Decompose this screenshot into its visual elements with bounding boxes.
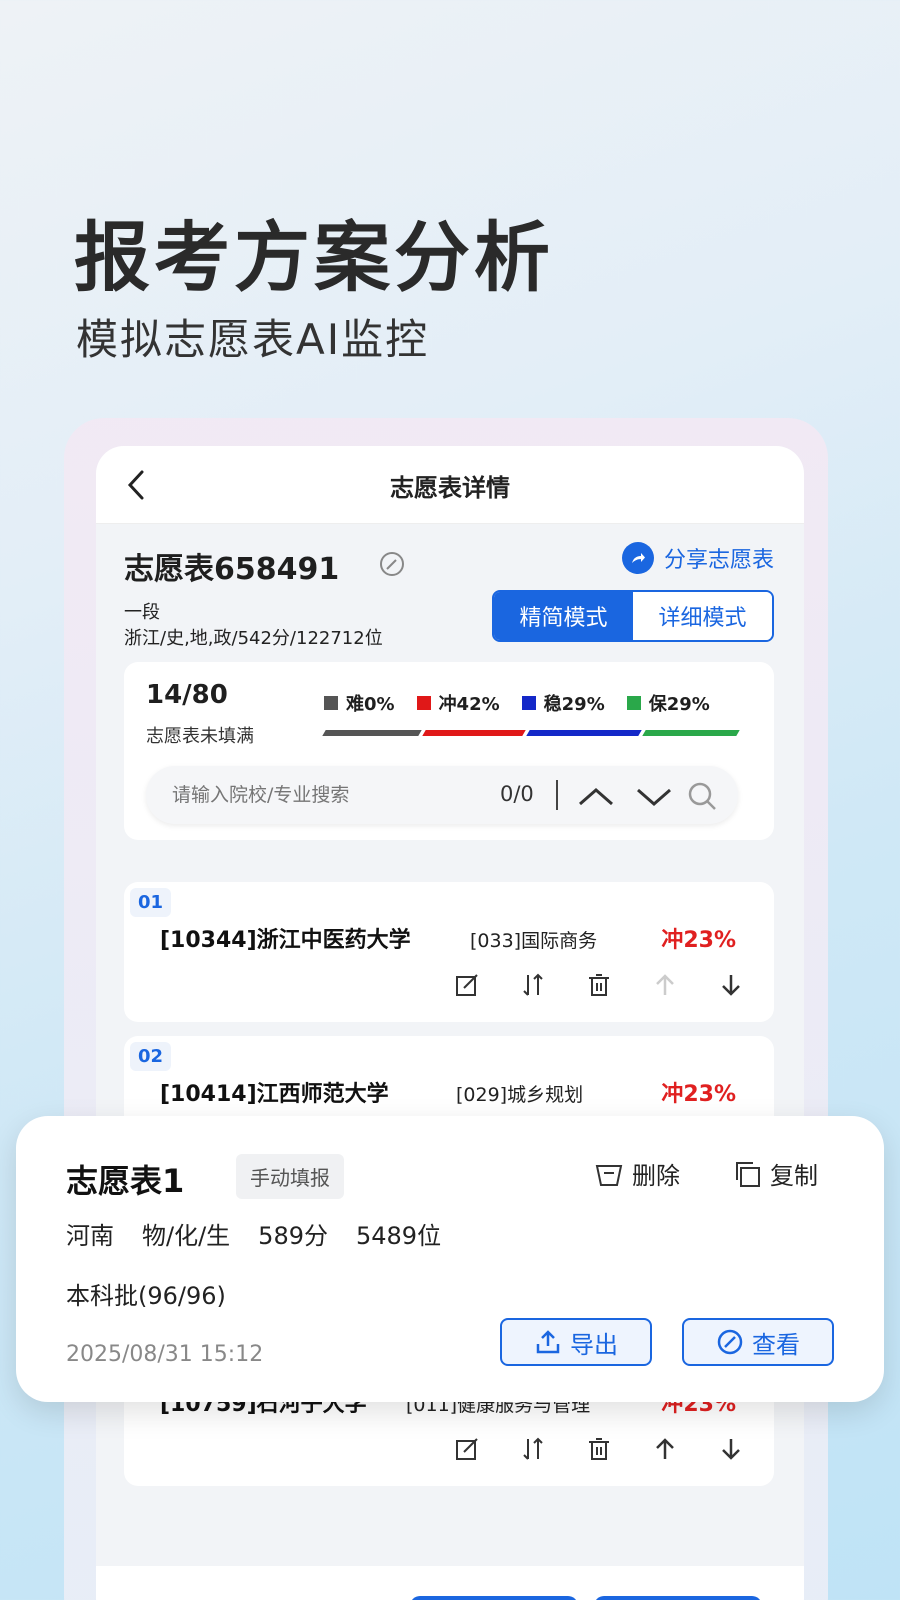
level-text: 一段 — [124, 602, 160, 623]
item-school: [10414]江西师范大学 — [160, 1082, 389, 1107]
chevron-down-icon[interactable] — [634, 784, 674, 808]
bottom-bar — [96, 1566, 804, 1600]
plan-title: 志愿表1 — [66, 1162, 185, 1200]
fill-note: 志愿表未填满 — [146, 726, 254, 747]
legend-safe: 保29% — [626, 690, 710, 716]
share-label: 分享志愿表 — [663, 548, 774, 573]
search-bar: 0/0 — [146, 766, 738, 824]
swap-icon[interactable] — [520, 1436, 546, 1462]
search-input[interactable] — [172, 766, 472, 824]
edit-name-icon[interactable] — [378, 550, 406, 578]
page-title: 志愿表详情 — [390, 474, 510, 502]
plan-subjects: 物/化/生 — [142, 1222, 231, 1250]
view-icon — [717, 1329, 743, 1355]
mode-detail-button[interactable]: 详细模式 — [633, 592, 772, 640]
item-actions — [454, 972, 744, 998]
plan-tag: 手动填报 — [236, 1154, 344, 1199]
search-divider — [556, 780, 558, 810]
plan-batch: 本科批(96/96) — [66, 1282, 226, 1310]
item-number: 02 — [130, 1042, 172, 1071]
phone-screen: 志愿表详情 志愿表658491 分享志愿表 一段 浙江/史,地,政/542分/1… — [96, 446, 804, 1600]
delete-button[interactable]: 删除 — [594, 1156, 680, 1191]
trash-icon[interactable] — [586, 972, 612, 998]
legend-rush: 冲42% — [416, 690, 500, 716]
plan-card: 志愿表1 手动填报 删除 复制 河南 物/化/生 589分 5489位 本科批(… — [16, 1116, 884, 1402]
arrow-down-icon[interactable] — [718, 1436, 744, 1462]
search-count: 0/0 — [500, 782, 534, 806]
item-rate: 冲23% — [661, 1082, 736, 1107]
view-label: 查看 — [752, 1330, 800, 1359]
export-button[interactable]: 导出 — [500, 1318, 652, 1366]
view-button[interactable]: 查看 — [682, 1318, 834, 1366]
bar-stable — [526, 730, 642, 736]
sheet-name: 志愿表658491 — [124, 552, 340, 587]
plan-rank: 5489位 — [355, 1222, 442, 1250]
edit-icon[interactable] — [454, 972, 480, 998]
mode-switch: 精简模式 详细模式 — [492, 590, 774, 642]
item-school: [10344]浙江中医药大学 — [160, 928, 411, 953]
plan-info: 河南 物/化/生 589分 5489位 — [66, 1216, 441, 1251]
item-major: [029]城乡规划 — [456, 1084, 584, 1106]
bar-rush — [422, 730, 526, 736]
legend-hard: 难0% — [324, 690, 395, 716]
arrow-up-icon[interactable] — [652, 972, 678, 998]
bar-hard — [322, 730, 422, 736]
plan-score: 589分 — [258, 1222, 328, 1250]
item-number: 01 — [130, 888, 172, 917]
ratio-bars — [322, 730, 742, 738]
export-label: 导出 — [570, 1330, 618, 1359]
chevron-up-icon[interactable] — [576, 784, 616, 808]
copy-icon — [736, 1161, 760, 1187]
arrow-down-icon[interactable] — [718, 972, 744, 998]
hero-subtitle: 模拟志愿表AI监控 — [76, 315, 430, 364]
swap-icon[interactable] — [520, 972, 546, 998]
item-major: [033]国际商务 — [470, 930, 598, 952]
trash-icon — [595, 1164, 623, 1186]
share-button[interactable]: 分享志愿表 — [621, 542, 774, 574]
upload-icon — [536, 1330, 560, 1354]
share-icon — [621, 542, 654, 574]
hero-title: 报考方案分析 — [74, 213, 554, 302]
bar-safe — [642, 730, 740, 736]
plan-date: 2025/08/31 15:12 — [66, 1342, 264, 1367]
plan-province: 河南 — [66, 1222, 114, 1250]
item-rate: 冲23% — [661, 928, 736, 953]
bottom-secondary-button[interactable] — [594, 1596, 762, 1600]
bottom-primary-button[interactable] — [410, 1596, 578, 1600]
edit-icon[interactable] — [454, 1436, 480, 1462]
legend-stable: 稳29% — [521, 690, 605, 716]
legend: 难0% 冲42% 稳29% 保29% — [324, 690, 710, 716]
arrow-up-icon[interactable] — [652, 1436, 678, 1462]
profile-text: 浙江/史,地,政/542分/122712位 — [124, 628, 383, 649]
stats-card: 14/80 志愿表未填满 难0% 冲42% 稳29% 保29% 0/0 — [124, 662, 774, 840]
trash-icon[interactable] — [586, 1436, 612, 1462]
top-bar: 志愿表详情 — [96, 446, 804, 524]
list-item[interactable]: 01 [10344]浙江中医药大学 [033]国际商务 冲23% — [124, 882, 774, 1022]
mode-simple-button[interactable]: 精简模式 — [494, 592, 633, 640]
search-icon[interactable] — [686, 780, 718, 812]
item-actions — [454, 1436, 744, 1462]
copy-button[interactable]: 复制 — [732, 1156, 818, 1191]
delete-label: 删除 — [632, 1162, 680, 1190]
fill-count: 14/80 — [146, 680, 228, 710]
copy-label: 复制 — [770, 1162, 818, 1190]
